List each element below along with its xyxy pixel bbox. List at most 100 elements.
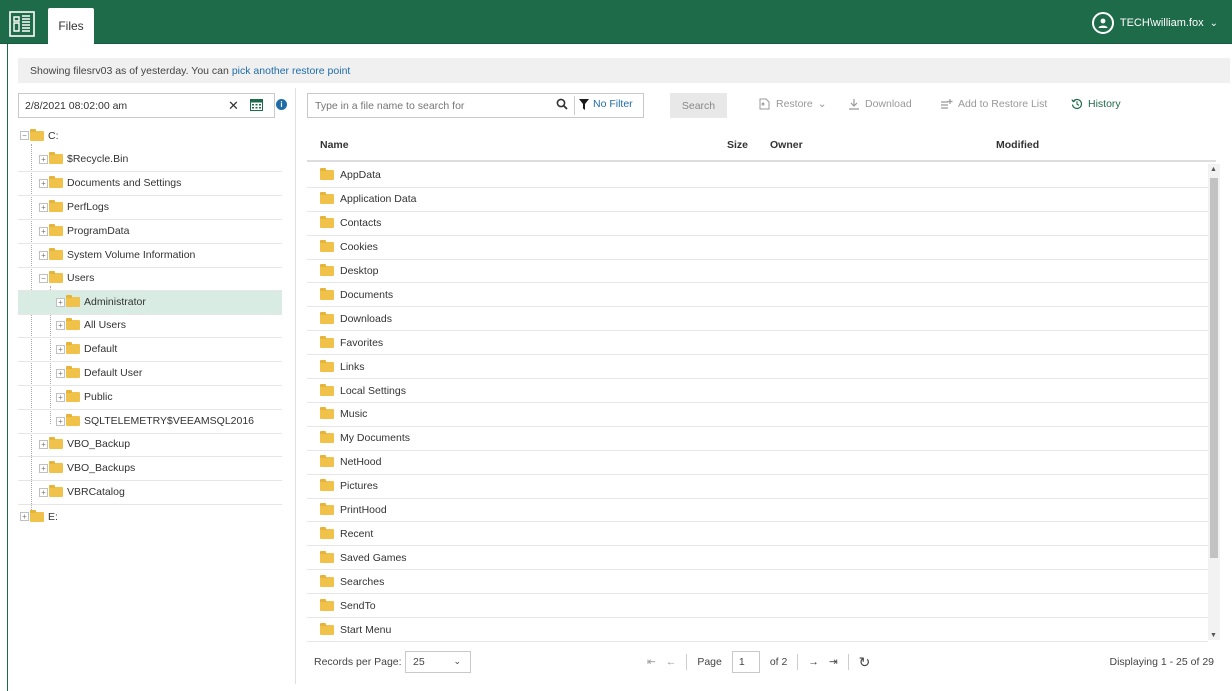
search-icon[interactable] (556, 98, 568, 113)
panel-divider[interactable] (295, 88, 296, 684)
tree-node[interactable]: + All Users (18, 314, 282, 338)
expand-icon[interactable]: + (56, 320, 65, 330)
tree-node[interactable]: + VBO_Backups (18, 457, 282, 481)
tree-node[interactable]: + SQLTELEMETRY$VEEAMSQL2016 (18, 410, 282, 434)
tab-files[interactable]: Files (48, 8, 94, 44)
tree-node[interactable]: + System Volume Information (18, 244, 282, 268)
search-button[interactable]: Search (670, 93, 727, 118)
table-row[interactable]: Recent (307, 523, 1208, 547)
expand-icon[interactable]: + (56, 416, 65, 426)
expand-icon[interactable]: + (39, 226, 48, 236)
table-row[interactable]: Documents (307, 284, 1208, 308)
expand-icon[interactable]: + (39, 439, 48, 449)
tree-node[interactable]: − C: (18, 124, 282, 148)
tree-node-label: SQLTELEMETRY$VEEAMSQL2016 (84, 415, 255, 428)
column-header-modified[interactable]: Modified (996, 139, 1039, 151)
table-row[interactable]: Desktop (307, 260, 1208, 284)
table-row[interactable]: Searches (307, 570, 1208, 595)
tree-node-label: ProgramData (67, 225, 130, 238)
tree-node[interactable]: + $Recycle.Bin (18, 148, 282, 172)
next-page-icon[interactable]: → (808, 656, 819, 668)
collapse-icon[interactable]: − (20, 131, 29, 141)
table-row[interactable]: Music (307, 403, 1208, 427)
file-name: Documents (340, 288, 394, 301)
download-button[interactable]: Download (848, 98, 912, 110)
table-row[interactable]: Cookies (307, 236, 1208, 260)
table-row[interactable]: My Documents (307, 427, 1208, 451)
expand-icon[interactable]: + (56, 368, 65, 378)
folder-icon (320, 479, 334, 492)
file-name: Links (340, 360, 365, 373)
records-per-page-select[interactable]: 25 ⌄ (405, 651, 471, 673)
tree-node[interactable]: − Users (18, 267, 282, 291)
expand-icon[interactable]: + (56, 297, 65, 307)
column-header-owner[interactable]: Owner (770, 139, 803, 151)
chevron-down-icon: ⌄ (1209, 17, 1218, 29)
table-row[interactable]: PrintHood (307, 499, 1208, 523)
clear-date-icon[interactable]: ✕ (228, 98, 239, 114)
expand-icon[interactable]: + (39, 154, 48, 164)
download-label: Download (865, 98, 912, 110)
filter-button[interactable]: No Filter (579, 98, 633, 110)
expand-icon[interactable]: + (20, 512, 29, 522)
expand-icon[interactable]: + (39, 178, 48, 188)
tree-node-label: PerfLogs (67, 201, 110, 214)
previous-page-icon[interactable]: ← (666, 656, 677, 668)
tree-node[interactable]: + E: (18, 505, 282, 529)
tree-node[interactable]: + Default User (18, 362, 282, 386)
scroll-down-arrow-icon[interactable]: ▼ (1210, 632, 1217, 639)
tree-node[interactable]: + ProgramData (18, 220, 282, 244)
table-row[interactable]: Start Menu (307, 618, 1208, 642)
expand-icon[interactable]: + (39, 250, 48, 260)
expand-icon[interactable]: + (39, 463, 48, 473)
info-icon[interactable]: i (276, 99, 287, 110)
file-name: NetHood (340, 456, 382, 469)
collapse-icon[interactable]: − (39, 273, 48, 283)
tree-node[interactable]: + Documents and Settings (18, 172, 282, 196)
history-button[interactable]: History (1071, 98, 1121, 110)
first-page-icon[interactable]: ⇤ (647, 656, 656, 668)
file-table-scrollbar[interactable]: ▲ ▼ (1208, 164, 1220, 640)
table-row[interactable]: Contacts (307, 212, 1208, 236)
calendar-icon[interactable] (250, 98, 263, 114)
table-row[interactable]: Pictures (307, 475, 1208, 499)
scroll-up-arrow-icon[interactable]: ▲ (1210, 166, 1217, 173)
tree-node[interactable]: + Default (18, 338, 282, 362)
tree-node[interactable]: + Administrator (18, 291, 282, 315)
table-row[interactable]: Local Settings (307, 379, 1208, 403)
app-logo-icon[interactable] (4, 6, 40, 42)
add-to-restore-list-button[interactable]: Add to Restore List (940, 98, 1047, 110)
column-header-size[interactable]: Size (727, 139, 748, 151)
restore-button[interactable]: Restore ⌄ (758, 98, 827, 110)
expand-icon[interactable]: + (56, 392, 65, 402)
refresh-icon[interactable]: ↻ (859, 654, 871, 671)
last-page-icon[interactable]: ⇥ (829, 656, 838, 668)
file-name: SendTo (340, 599, 376, 612)
top-bar: Files TECH\william.fox ⌄ (0, 0, 1232, 44)
table-row[interactable]: Saved Games (307, 546, 1208, 571)
tree-node[interactable]: + PerfLogs (18, 196, 282, 220)
page-number-input[interactable]: 1 (731, 651, 760, 673)
table-row[interactable]: Application Data (307, 188, 1208, 212)
tree-node[interactable]: + VBO_Backup (18, 433, 282, 457)
table-row[interactable]: AppData (307, 164, 1208, 188)
expand-icon[interactable]: + (39, 202, 48, 212)
scroll-thumb[interactable] (1210, 178, 1218, 558)
column-header-name[interactable]: Name (320, 139, 349, 151)
table-row[interactable]: Favorites (307, 331, 1208, 356)
table-row[interactable]: Links (307, 355, 1208, 380)
file-name: Application Data (340, 193, 417, 206)
table-row[interactable]: Downloads (307, 307, 1208, 332)
user-menu[interactable]: TECH\william.fox ⌄ (1091, 12, 1218, 34)
pick-restore-point-link[interactable]: pick another restore point (232, 65, 350, 77)
table-row[interactable]: SendTo (307, 594, 1208, 619)
folder-icon (320, 526, 334, 539)
tree-node[interactable]: + Public (18, 386, 282, 410)
expand-icon[interactable]: + (39, 487, 48, 497)
folder-icon (320, 240, 334, 253)
table-row[interactable]: NetHood (307, 451, 1208, 475)
tree-node[interactable]: + VBRCatalog (18, 481, 282, 505)
expand-icon[interactable]: + (56, 344, 65, 354)
folder-icon (66, 342, 80, 355)
folder-icon (49, 152, 63, 165)
